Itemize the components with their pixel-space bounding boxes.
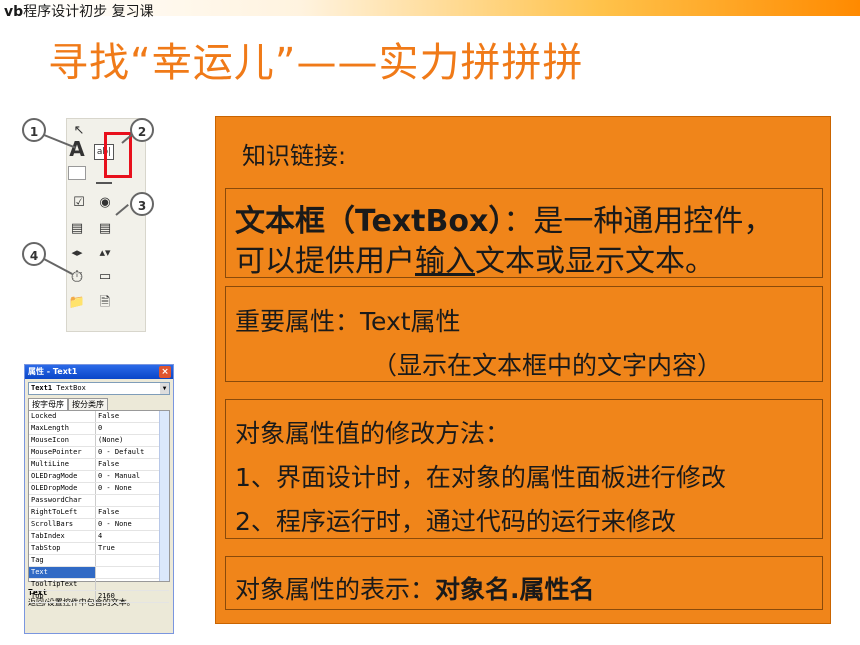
- listbox-icon: ▤: [98, 221, 112, 236]
- slide-title: 寻找“幸运儿”——实力拼拼拼: [48, 40, 584, 86]
- property-row[interactable]: OLEDragMode 0 - Manual: [29, 471, 169, 483]
- hscroll-icon: ◂▸: [71, 246, 83, 259]
- properties-scrollbar[interactable]: [159, 411, 169, 581]
- property-row[interactable]: MousePointer 0 - Default: [29, 447, 169, 459]
- properties-tabs: 按字母序 按分类序: [28, 398, 170, 410]
- callout-3: 3: [130, 192, 154, 216]
- property-name: MaxLength: [29, 423, 96, 434]
- callout-1: 1: [22, 118, 46, 142]
- modify-method-2: 2、程序运行时，通过代码的运行来修改: [235, 507, 676, 536]
- course-label: vb程序设计初步 复习课: [4, 1, 154, 21]
- property-name: PasswordChar: [29, 495, 96, 506]
- file-icon: 🗎: [99, 295, 111, 310]
- textbox-definition-line1: 文本框（TextBox）：是一种通用控件，: [235, 196, 773, 240]
- tab-categorized[interactable]: 按分类序: [68, 398, 108, 410]
- property-value[interactable]: 2160: [96, 591, 169, 602]
- representation-value: 对象名.属性名: [435, 575, 595, 604]
- modify-method-1: 1、界面设计时，在对象的属性面板进行修改: [235, 463, 726, 492]
- property-name: ToolTipText: [29, 579, 96, 590]
- property-row[interactable]: ToolTipText: [29, 579, 169, 591]
- property-name: ScrollBars: [29, 519, 96, 530]
- property-name: OLEDropMode: [29, 483, 96, 494]
- property-name: MultiLine: [29, 459, 96, 470]
- representation: 对象属性的表示：对象名.属性名: [235, 570, 595, 606]
- property-row[interactable]: MouseIcon (None): [29, 435, 169, 447]
- properties-title-bar: 属性 - Text1 ×: [25, 365, 173, 379]
- property-name: MouseIcon: [29, 435, 96, 446]
- object-type: TextBox: [56, 384, 86, 392]
- chevron-down-icon[interactable]: ▼: [160, 383, 169, 394]
- textbox-term: 文本框（TextBox）: [235, 204, 504, 239]
- tab-alphabetic[interactable]: 按字母序: [28, 398, 68, 410]
- important-property-note: （显示在文本框中的文字内容）: [372, 351, 723, 380]
- callout-2: 2: [130, 118, 154, 142]
- toolbox-image: ↖ A ab| ☑ ◉ ▤ ▤ ◂▸ ▴▾ ⏱ ▭ 📁 🗎 1 2 3 4: [20, 112, 162, 334]
- frame-icon: [68, 166, 86, 180]
- property-name: Tag: [29, 555, 96, 566]
- properties-title: 属性 - Text1: [28, 367, 78, 376]
- object-name: Text1: [31, 384, 53, 392]
- properties-window: 属性 - Text1 × Text1 TextBox ▼ 按字母序 按分类序 L…: [24, 364, 174, 634]
- option-icon: ◉: [99, 195, 111, 210]
- course-prefix: vb: [4, 4, 24, 20]
- property-row[interactable]: Locked False: [29, 411, 169, 423]
- button-icon: [96, 172, 112, 184]
- drive-icon: ▭: [98, 269, 112, 284]
- close-icon[interactable]: ×: [159, 366, 171, 378]
- property-name: Locked: [29, 411, 96, 422]
- textbox-def-1: ：是一种通用控件，: [503, 204, 774, 239]
- property-name: TabStop: [29, 543, 96, 554]
- representation-label: 对象属性的表示：: [235, 575, 436, 604]
- textbox-def-input: 输入: [415, 244, 475, 279]
- property-name: TabIndex: [29, 531, 96, 542]
- properties-grid: Locked False MaxLength 0 MouseIcon (None) Mous…: [28, 410, 170, 603]
- callout-4: 4: [22, 242, 46, 266]
- modify-heading: 对象属性值的修改方法：: [235, 419, 511, 448]
- property-row[interactable]: MaxLength 0: [29, 423, 169, 435]
- property-row[interactable]: OLEDropMode 0 - None: [29, 483, 169, 495]
- property-name: RightToLeft: [29, 507, 96, 518]
- property-row[interactable]: Tag: [29, 555, 169, 567]
- property-row[interactable]: RightToLeft False: [29, 507, 169, 519]
- property-row[interactable]: ScrollBars 0 - None: [29, 519, 169, 531]
- textbox-def-2a: 可以提供用户: [235, 244, 415, 279]
- property-row[interactable]: TabIndex 4: [29, 531, 169, 543]
- vscroll-icon: ▴▾: [99, 246, 111, 259]
- object-selector[interactable]: Text1 TextBox ▼: [28, 382, 170, 395]
- checkbox-icon: ☑: [73, 195, 85, 210]
- folder-icon: 📁: [68, 295, 86, 310]
- property-row[interactable]: MultiLine False: [29, 459, 169, 471]
- knowledge-heading: 知识链接:: [242, 142, 347, 170]
- combobox-icon: ▤: [70, 221, 84, 236]
- property-row[interactable]: TabStop True: [29, 543, 169, 555]
- textbox-def-2b: 文本或显示文本。: [475, 244, 715, 279]
- property-row[interactable]: PasswordChar: [29, 495, 169, 507]
- property-row[interactable]: Top 2160: [29, 591, 169, 603]
- property-name: Top: [29, 591, 96, 602]
- important-property: 重要属性：Text属性: [235, 307, 461, 336]
- course-rest: 程序设计初步 复习课: [23, 4, 154, 20]
- label-icon: A: [69, 137, 85, 161]
- property-name: OLEDragMode: [29, 471, 96, 482]
- textbox-definition-line2: 可以提供用户输入文本或显示文本。: [235, 236, 715, 280]
- property-name: MousePointer: [29, 447, 96, 458]
- property-name: Text: [29, 567, 96, 578]
- property-row[interactable]: Text: [29, 567, 169, 579]
